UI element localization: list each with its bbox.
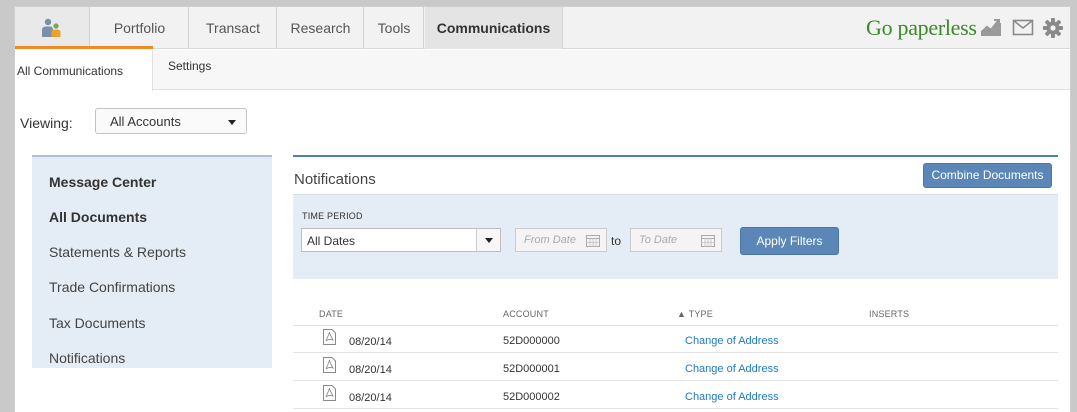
time-period-select[interactable]: All Dates bbox=[301, 228, 501, 252]
column-header-inserts[interactable]: INSERTS bbox=[869, 309, 909, 319]
table-row: 08/20/14 52D000000 Change of Address bbox=[293, 326, 1058, 353]
pdf-icon[interactable] bbox=[323, 357, 336, 373]
sidebar-item-tax-documents[interactable]: Tax Documents bbox=[49, 315, 145, 331]
subtab-settings[interactable]: Settings bbox=[168, 50, 211, 90]
table-row: 08/20/14 52D000001 Change of Address bbox=[293, 354, 1058, 381]
notifications-header: Notifications Combine Documents bbox=[293, 157, 1058, 195]
nav-tab-communications[interactable]: Communications bbox=[425, 7, 563, 49]
to-label: to bbox=[611, 234, 622, 248]
row-date: 08/20/14 bbox=[349, 336, 392, 348]
sidebar-item-trade-confirmations[interactable]: Trade Confirmations bbox=[49, 279, 175, 295]
time-period-label: TIME PERIOD bbox=[302, 211, 363, 221]
nav-tab-tools[interactable]: Tools bbox=[365, 7, 424, 49]
row-account: 52D000000 bbox=[503, 335, 560, 347]
person-account-icon bbox=[42, 18, 61, 37]
account-select-value: All Accounts bbox=[110, 114, 181, 129]
go-paperless-link[interactable]: Go paperless bbox=[866, 15, 977, 41]
row-account: 52D000002 bbox=[503, 391, 560, 403]
row-account: 52D000001 bbox=[503, 363, 560, 375]
row-type-link[interactable]: Change of Address bbox=[685, 363, 779, 375]
pdf-icon[interactable] bbox=[323, 329, 336, 345]
nav-tab-research[interactable]: Research bbox=[278, 7, 364, 49]
combine-documents-button[interactable]: Combine Documents bbox=[923, 163, 1052, 188]
nav-tab-portfolio[interactable]: Portfolio bbox=[91, 7, 189, 49]
app-frame: Portfolio Transact Research Tools Commun… bbox=[14, 6, 1071, 412]
envelope-icon[interactable] bbox=[1012, 17, 1034, 37]
subtab-all-communications[interactable]: All Communications bbox=[15, 50, 153, 91]
from-date-placeholder: From Date bbox=[524, 234, 576, 246]
column-header-date[interactable]: DATE bbox=[319, 309, 343, 319]
to-date-field[interactable]: To Date bbox=[630, 228, 722, 252]
time-period-value: All Dates bbox=[307, 234, 356, 248]
top-nav: Portfolio Transact Research Tools Commun… bbox=[15, 7, 1070, 49]
row-date: 08/20/14 bbox=[349, 392, 392, 404]
table-header: DATE ACCOUNT ▲ TYPE INSERTS bbox=[293, 309, 1058, 326]
to-date-placeholder: To Date bbox=[639, 234, 678, 246]
calendar-icon[interactable] bbox=[701, 234, 715, 247]
row-type-link[interactable]: Change of Address bbox=[685, 335, 779, 347]
page-title: Notifications bbox=[294, 171, 376, 188]
chevron-down-icon bbox=[228, 120, 236, 125]
row-date: 08/20/14 bbox=[349, 364, 392, 376]
row-type-link[interactable]: Change of Address bbox=[685, 391, 779, 403]
sidebar-item-notifications[interactable]: Notifications bbox=[49, 350, 125, 366]
chart-trend-icon[interactable] bbox=[980, 17, 1002, 37]
sub-tabs: All Communications Settings bbox=[15, 50, 1070, 91]
apply-filters-button[interactable]: Apply Filters bbox=[740, 227, 839, 255]
notifications-panel: Notifications Combine Documents TIME PER… bbox=[293, 155, 1058, 279]
sidebar: Message Center All Documents Statements … bbox=[32, 155, 272, 368]
account-select[interactable]: All Accounts bbox=[95, 108, 247, 134]
sidebar-item-all-documents[interactable]: All Documents bbox=[49, 209, 147, 225]
table-row: 08/20/14 52D000002 Change of Address bbox=[293, 382, 1058, 409]
column-header-type[interactable]: ▲ TYPE bbox=[677, 309, 713, 319]
from-date-field[interactable]: From Date bbox=[515, 228, 607, 252]
calendar-icon[interactable] bbox=[586, 234, 600, 247]
active-section-underline bbox=[15, 46, 153, 49]
chevron-down-icon bbox=[476, 229, 500, 251]
nav-tab-transact[interactable]: Transact bbox=[190, 7, 277, 49]
pdf-icon[interactable] bbox=[323, 385, 336, 401]
account-person-tab[interactable] bbox=[15, 7, 90, 49]
column-header-account[interactable]: ACCOUNT bbox=[503, 309, 549, 319]
sidebar-item-message-center[interactable]: Message Center bbox=[49, 174, 156, 190]
sidebar-item-statements-reports[interactable]: Statements & Reports bbox=[49, 244, 186, 260]
viewing-label: Viewing: bbox=[20, 115, 73, 131]
gear-icon[interactable] bbox=[1042, 17, 1064, 39]
